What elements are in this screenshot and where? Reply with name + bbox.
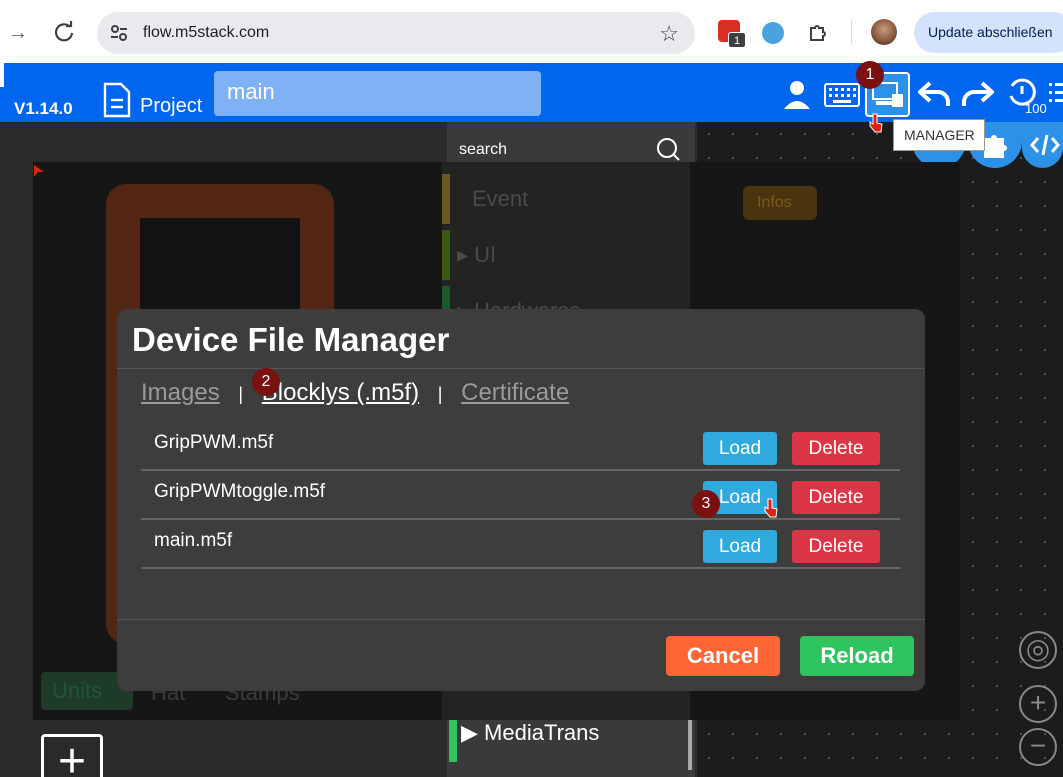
forward-arrow-icon[interactable]: →: [8, 22, 30, 44]
red-cursor-icon: [34, 165, 44, 177]
hand-cursor-icon: [764, 498, 778, 518]
list-menu-icon[interactable]: [1049, 81, 1063, 105]
bookmark-star-icon[interactable]: ☆: [659, 21, 679, 47]
url-text: flow.m5stack.com: [143, 24, 270, 41]
project-file-icon[interactable]: [102, 82, 132, 118]
load-button[interactable]: Load: [703, 530, 777, 563]
calendar-extension-icon[interactable]: 1: [718, 20, 746, 48]
extensions-puzzle-icon[interactable]: [807, 20, 831, 44]
file-list: GripPWM.m5f Load Delete GripPWMtoggle.m5…: [141, 422, 900, 569]
file-row: main.m5f Load Delete: [141, 520, 900, 569]
cloud-extension-icon[interactable]: [762, 22, 784, 44]
profile-avatar[interactable]: [871, 19, 897, 45]
app-header: V1.14.0 Project main 100: [0, 63, 1063, 122]
toolbox-item-ui: ▸ UI: [457, 242, 497, 267]
tab-separator: |: [238, 384, 244, 404]
ui-bar: [442, 230, 450, 280]
menu-edge[interactable]: [0, 63, 4, 87]
step-marker-1: 1: [856, 61, 884, 89]
tab-separator: |: [437, 384, 443, 404]
category-color-bar: [449, 718, 457, 762]
file-name-input[interactable]: main: [214, 71, 541, 116]
file-row: GripPWM.m5f Load Delete: [141, 422, 900, 471]
recenter-icon[interactable]: ◎: [1019, 631, 1057, 669]
cancel-button[interactable]: Cancel: [666, 636, 780, 676]
code-view-button[interactable]: [1022, 122, 1063, 168]
browser-toolbar: → flow.m5stack.com ☆ 1 Update abschließe…: [0, 0, 1063, 63]
zoom-counter: 100: [1025, 101, 1047, 116]
divider: [117, 368, 925, 369]
update-button[interactable]: Update abschließen: [914, 12, 1063, 53]
info-block: Infos: [743, 186, 817, 220]
search-placeholder: search: [459, 141, 508, 158]
file-name: GripPWM.m5f: [154, 432, 274, 453]
add-unit-button[interactable]: +: [41, 734, 103, 777]
hand-cursor-icon: [869, 113, 883, 133]
undo-icon[interactable]: [918, 79, 952, 109]
zoom-out-icon[interactable]: −: [1019, 728, 1057, 766]
dialog-title: Device File Manager: [132, 321, 450, 358]
search-icon[interactable]: [656, 137, 680, 161]
tab-certificate[interactable]: Certificate: [461, 379, 569, 406]
file-type-tabs: Images | Blocklys (.m5f) | Certificate: [141, 379, 569, 413]
mediatrans-label: ▶ MediaTrans: [461, 720, 600, 745]
toolbar-divider: [851, 20, 852, 44]
load-button[interactable]: Load: [703, 432, 777, 465]
delete-button[interactable]: Delete: [792, 481, 880, 514]
manager-tooltip: MANAGER: [893, 119, 985, 151]
delete-button[interactable]: Delete: [792, 530, 880, 563]
step-marker-3: 3: [692, 490, 720, 518]
step-marker-2: 2: [252, 368, 280, 396]
zoom-in-icon[interactable]: +: [1019, 685, 1057, 723]
toolbox-item-event: Event: [472, 186, 529, 211]
reload-button[interactable]: Reload: [800, 636, 914, 676]
device-file-manager-dialog: Device File Manager Images | Blocklys (.…: [117, 309, 925, 691]
divider: [117, 619, 925, 620]
user-icon[interactable]: [782, 79, 812, 111]
address-bar[interactable]: flow.m5stack.com ☆: [97, 12, 695, 54]
toolbox-search[interactable]: search: [447, 131, 692, 161]
version-label: V1.14.0: [14, 99, 73, 118]
site-settings-icon[interactable]: [109, 23, 129, 43]
file-name: GripPWMtoggle.m5f: [154, 481, 326, 502]
tab-images[interactable]: Images: [141, 379, 220, 406]
file-name: main.m5f: [154, 530, 233, 551]
project-label[interactable]: Project: [140, 95, 202, 118]
file-row: GripPWMtoggle.m5f Load Delete: [141, 471, 900, 520]
redo-icon[interactable]: [960, 79, 994, 109]
delete-button[interactable]: Delete: [792, 432, 880, 465]
tab-blocklys[interactable]: Blocklys (.m5f): [262, 379, 419, 406]
event-bar: [442, 174, 450, 224]
code-icon: [1030, 134, 1060, 156]
extension-badge: 1: [728, 32, 746, 48]
keyboard-icon[interactable]: [824, 83, 860, 107]
reload-icon[interactable]: [52, 20, 76, 44]
